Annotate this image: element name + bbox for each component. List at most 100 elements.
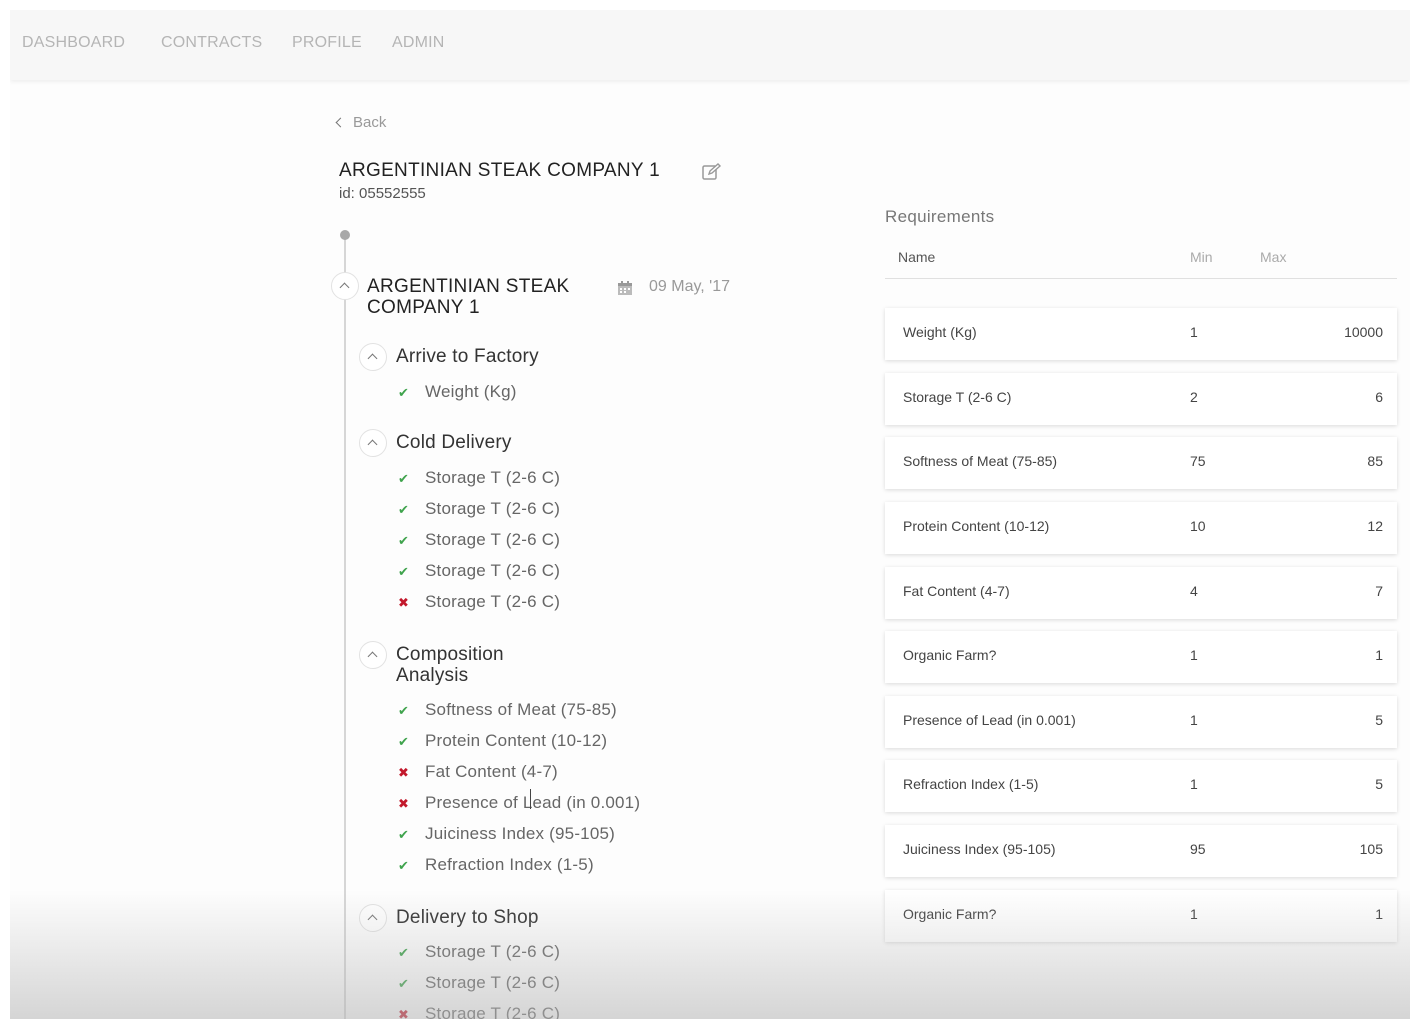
check-label: Softness of Meat (75-85) xyxy=(425,700,617,719)
check-item: ✖ Storage T (2-6 C) xyxy=(396,1004,560,1019)
cross-icon: ✖ xyxy=(397,797,410,812)
check-item: ✔ Storage T (2-6 C) xyxy=(396,530,560,550)
app-frame: DASHBOARD CONTRACTS PROFILE ADMIN Back A… xyxy=(10,10,1410,1019)
column-header-min: Min xyxy=(1190,249,1213,265)
check-item: ✔ Weight (Kg) xyxy=(396,382,517,402)
table-row: Refraction Index (1-5) 1 5 xyxy=(885,760,1397,812)
check-item: ✔ Refraction Index (1-5) xyxy=(396,855,594,875)
row-min: 1 xyxy=(1190,324,1198,340)
check-label: Refraction Index (1-5) xyxy=(425,855,594,874)
check-item: ✖ Storage T (2-6 C) xyxy=(396,592,560,612)
row-max: 12 xyxy=(1367,518,1383,534)
check-label: Storage T (2-6 C) xyxy=(425,530,561,549)
row-min: 10 xyxy=(1190,518,1206,534)
requirements-table-header: Name Min Max xyxy=(885,242,1397,279)
row-name: Juiciness Index (95-105) xyxy=(903,841,1056,857)
table-row: Juiciness Index (95-105) 95 105 xyxy=(885,825,1397,877)
cross-icon: ✖ xyxy=(397,1008,410,1019)
row-min: 4 xyxy=(1190,583,1198,599)
row-min: 1 xyxy=(1190,776,1198,792)
check-icon: ✔ xyxy=(397,977,410,992)
check-item: ✖ Presence of Lead (in 0.001) xyxy=(396,793,640,813)
row-min: 1 xyxy=(1190,712,1198,728)
cross-icon: ✖ xyxy=(397,596,410,611)
check-item: ✔ Storage T (2-6 C) xyxy=(396,468,560,488)
table-row: Protein Content (10-12) 10 12 xyxy=(885,502,1397,554)
row-max: 85 xyxy=(1367,453,1383,469)
row-max: 5 xyxy=(1375,712,1383,728)
collapse-stage-composition-button[interactable] xyxy=(359,641,387,669)
timeline-start-dot xyxy=(340,230,350,240)
check-label: Storage T (2-6 C) xyxy=(425,1004,561,1019)
row-name: Protein Content (10-12) xyxy=(903,518,1050,534)
check-icon: ✔ xyxy=(397,704,410,719)
stage-title: Arrive to Factory xyxy=(396,346,539,367)
check-item: ✔ Storage T (2-6 C) xyxy=(396,499,560,519)
nav-dashboard[interactable]: DASHBOARD xyxy=(22,34,125,52)
row-max: 10000 xyxy=(1344,324,1383,340)
check-label: Storage T (2-6 C) xyxy=(425,942,561,961)
check-icon: ✔ xyxy=(397,503,410,518)
check-label: Protein Content (10-12) xyxy=(425,731,608,750)
check-item: ✔ Storage T (2-6 C) xyxy=(396,942,560,962)
row-min: 2 xyxy=(1190,389,1198,405)
stage-title: Delivery to Shop xyxy=(396,907,539,928)
row-max: 6 xyxy=(1375,389,1383,405)
table-row: Weight (Kg) 1 10000 xyxy=(885,308,1397,360)
nav-profile[interactable]: PROFILE xyxy=(292,34,362,52)
calendar-icon xyxy=(618,281,632,295)
chevron-left-icon xyxy=(335,117,346,128)
page-title: ARGENTINIAN STEAK COMPANY 1 xyxy=(339,160,660,181)
row-name: Organic Farm? xyxy=(903,906,997,922)
row-name: Softness of Meat (75-85) xyxy=(903,453,1058,469)
cross-icon: ✖ xyxy=(397,766,410,781)
check-icon: ✔ xyxy=(397,565,410,580)
row-name: Storage T (2-6 C) xyxy=(903,389,1012,405)
timeline-date: 09 May, '17 xyxy=(649,278,731,295)
check-label: Storage T (2-6 C) xyxy=(425,592,561,611)
check-icon: ✔ xyxy=(397,946,410,961)
table-row: Presence of Lead (in 0.001) 1 5 xyxy=(885,696,1397,748)
row-max: 1 xyxy=(1375,647,1383,663)
requirements-heading: Requirements xyxy=(885,207,995,226)
column-header-name: Name xyxy=(898,249,936,265)
row-min: 1 xyxy=(1190,906,1198,922)
check-label: Juiciness Index (95-105) xyxy=(425,824,616,843)
check-icon: ✔ xyxy=(397,472,410,487)
row-name: Presence of Lead (in 0.001) xyxy=(903,712,1076,728)
row-min: 95 xyxy=(1190,841,1206,857)
nav-admin[interactable]: ADMIN xyxy=(392,34,445,52)
timeline-line xyxy=(344,238,346,1019)
row-max: 1 xyxy=(1375,906,1383,922)
row-name: Fat Content (4-7) xyxy=(903,583,1010,599)
table-row: Storage T (2-6 C) 2 6 xyxy=(885,373,1397,425)
row-min: 75 xyxy=(1190,453,1206,469)
check-icon: ✔ xyxy=(397,828,410,843)
collapse-stage-cold-button[interactable] xyxy=(359,429,387,457)
check-icon: ✔ xyxy=(397,534,410,549)
check-item: ✔ Storage T (2-6 C) xyxy=(396,973,560,993)
check-icon: ✔ xyxy=(397,735,410,750)
edit-icon[interactable] xyxy=(702,163,722,181)
row-max: 105 xyxy=(1359,841,1383,857)
table-row: Softness of Meat (75-85) 75 85 xyxy=(885,437,1397,489)
check-item: ✔ Storage T (2-6 C) xyxy=(396,561,560,581)
top-nav: DASHBOARD CONTRACTS PROFILE ADMIN xyxy=(10,10,1410,80)
check-label: Fat Content (4-7) xyxy=(425,762,558,781)
check-label: Weight (Kg) xyxy=(425,382,517,401)
check-label: Storage T (2-6 C) xyxy=(425,973,561,992)
back-link[interactable]: Back xyxy=(335,114,386,131)
check-icon: ✔ xyxy=(397,386,410,401)
check-icon: ✔ xyxy=(397,859,410,874)
contract-id: id: 05552555 xyxy=(339,185,426,202)
table-row: Organic Farm? 1 1 xyxy=(885,631,1397,683)
collapse-company-button[interactable] xyxy=(331,272,359,300)
timeline-company-name: ARGENTINIAN STEAK COMPANY 1 xyxy=(367,276,570,318)
row-name: Refraction Index (1-5) xyxy=(903,776,1039,792)
column-header-max: Max xyxy=(1260,249,1287,265)
collapse-stage-shop-button[interactable] xyxy=(359,904,387,932)
nav-contracts[interactable]: CONTRACTS xyxy=(161,34,262,52)
collapse-stage-arrive-button[interactable] xyxy=(359,343,387,371)
row-name: Organic Farm? xyxy=(903,647,997,663)
check-item: ✔ Juiciness Index (95-105) xyxy=(396,824,615,844)
